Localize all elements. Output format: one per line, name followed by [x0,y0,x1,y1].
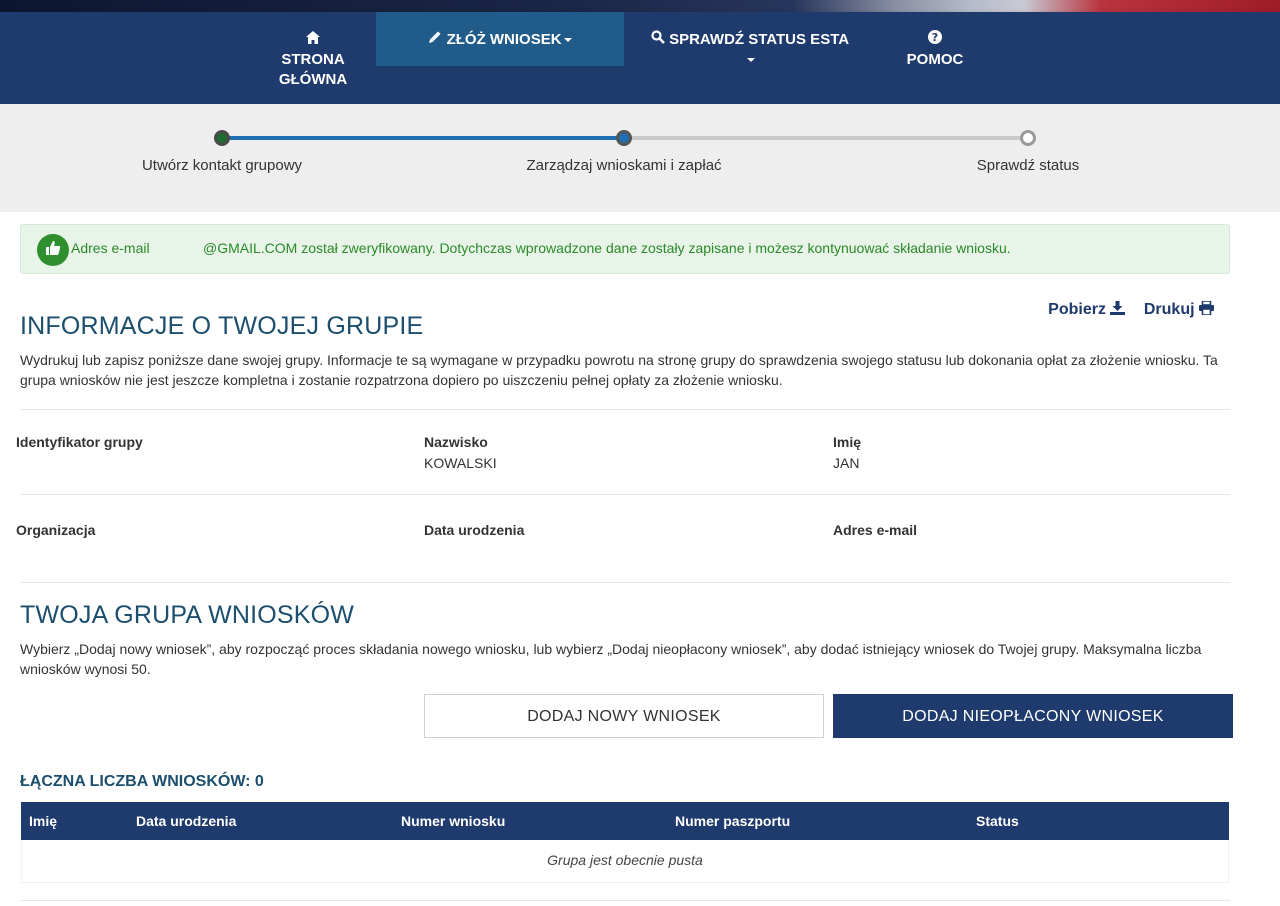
print-label: Drukuj [1143,301,1195,318]
nav-apply-label: ZŁÓŻ WNIOSEK [446,31,562,48]
birth-date-label: Data urodzenia [424,522,525,538]
download-icon [1110,301,1126,318]
applications-title: TWOJA GRUPA WNIOSKÓW [20,601,355,629]
progress-step-3-dot [1020,130,1036,146]
column-header-passport-number: Numer paszportu [675,813,791,829]
alert-message: @GMAIL.COM został zweryfikowany. Dotychc… [203,240,1011,256]
email-label: Adres e-mail [833,522,918,538]
applications-description: Wybierz „Dodaj nowy wniosek”, aby rozpoc… [20,641,1202,677]
applications-count: ŁĄCZNA LICZBA WNIOSKÓW: 0 [20,773,264,790]
add-unpaid-application-button[interactable]: DODAJ NIEOPŁACONY WNIOSEK [833,694,1233,738]
progress-line-completed [222,136,624,140]
nav-home-label-line2: GŁÓWNA [278,71,348,88]
progress-step-1-label: Utwórz kontakt grupowy [141,157,303,174]
nav-help[interactable]: ? POMOC [890,12,980,104]
progress-line-remaining [624,136,1028,140]
nav-home[interactable]: STRONA GŁÓWNA [268,12,358,104]
column-header-application-number: Numer wniosku [401,813,506,829]
add-new-application-button[interactable]: DODAJ NOWY WNIOSEK [424,694,824,738]
column-header-status: Status [976,813,1019,829]
column-header-first-name: Imię [29,813,58,829]
download-label: Pobierz [1048,301,1106,318]
printer-icon [1199,300,1214,318]
alert-email-label: Adres e-mail [71,240,150,256]
print-button[interactable]: Drukuj [1143,300,1214,318]
verification-success-alert: Adres e-mail @GMAIL.COM został zweryfiko… [20,224,1230,274]
download-button[interactable]: Pobierz [1048,301,1130,318]
main-navbar: STRONA GŁÓWNA ZŁÓŻ WNIOSEK SPRAWDŹ STATU… [0,12,1280,104]
divider [20,582,1230,583]
table-empty-message: Grupa jest obecnie pusta [21,840,1229,883]
thumbs-up-icon [37,234,69,266]
first-name-value: JAN [833,455,860,471]
progress-step-2-dot [616,130,632,146]
divider [20,409,1230,410]
group-info-actions: Pobierz Drukuj [1034,300,1214,319]
progress-step-2-label: Zarządzaj wnioskami i zapłać [526,157,722,174]
chevron-down-icon [563,38,572,43]
progress-step-1-dot [214,130,230,146]
divider [20,494,1230,495]
progress-step-3-label: Sprawdź status [976,157,1080,174]
divider [20,900,1230,901]
surname-label: Nazwisko [424,434,488,450]
progress-tracker: Utwórz kontakt grupowy Zarządzaj wnioska… [0,104,1280,212]
chevron-down-icon [747,58,755,63]
applications-table-header: Imię Data urodzenia Numer wniosku Numer … [21,802,1229,840]
surname-value: KOWALSKI [424,455,497,471]
svg-text:?: ? [932,31,938,44]
question-icon: ? [928,30,942,50]
top-banner-strip [0,0,1280,12]
nav-apply-dropdown[interactable]: ZŁÓŻ WNIOSEK [376,12,624,66]
group-info-description: Wydrukuj lub zapisz poniższe dane swojej… [20,352,1218,388]
organization-label: Organizacja [16,522,96,538]
search-icon [651,30,665,50]
nav-help-label: POMOC [906,51,964,68]
home-icon [306,30,320,50]
nav-home-label-line1: STRONA [281,51,345,68]
nav-status-label: SPRAWDŹ STATUS ESTA [669,31,850,48]
column-header-birth-date: Data urodzenia [136,813,237,829]
first-name-label: Imię [833,434,862,450]
nav-check-status-dropdown[interactable]: SPRAWDŹ STATUS ESTA [640,12,860,104]
pencil-icon [428,30,442,50]
group-id-label: Identyfikator grupy [16,434,143,450]
group-info-title: INFORMACJE O TWOJEJ GRUPIE [20,312,424,340]
